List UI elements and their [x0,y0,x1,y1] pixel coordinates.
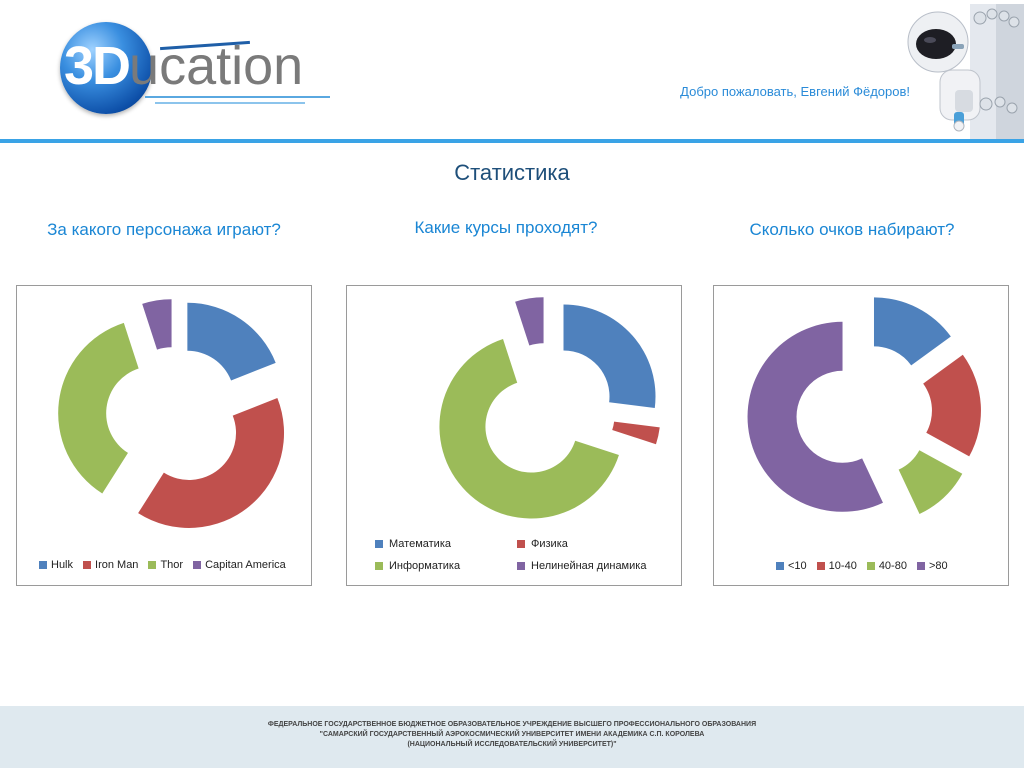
donut-segment-3 [58,322,139,494]
header: 3Ducation Добро пожаловать, Евгений Фёдо… [0,0,1024,140]
footer-text: ФЕДЕРАЛЬНОЕ ГОСУДАРСТВЕННОЕ БЮДЖЕТНОЕ ОБ… [0,720,1024,750]
footer-line: (НАЦИОНАЛЬНЫЙ ИССЛЕДОВАТЕЛЬСКИЙ УНИВЕРСИ… [407,741,617,748]
logo-swoosh-line [155,102,305,104]
chart-3-frame: <10 10-40 40-80 >80 [713,285,1009,586]
legend-swatch [375,540,383,548]
donut-segment-3 [439,339,619,519]
legend-swatch [375,562,383,570]
chart-2-legend: Математика Физика Информатика Нелинейная… [375,538,667,572]
chart-1-donut [58,299,285,528]
donut-segment-3 [898,450,963,514]
legend-swatch [83,561,92,569]
legend-label: Нелинейная динамика [531,560,647,572]
footer-line: "САМАРСКИЙ ГОСУДАРСТВЕННЫЙ АЭРОКОСМИЧЕСК… [319,731,705,738]
logo[interactable]: 3Ducation [60,18,350,118]
legend-item: >80 [916,560,948,572]
logo-prefix: 3D [64,36,131,96]
legend-label: Информатика [389,560,461,572]
donut-segment-1 [873,297,951,366]
legend-item: Физика [517,538,667,550]
legend-label: Математика [389,538,451,550]
legend-label: Capitan America [205,559,286,571]
robot-mascot-icon [907,4,1024,140]
chart-3-title: Сколько очков набирают? [749,220,955,239]
legend-item: Информатика [375,560,517,572]
legend-label: Hulk [51,559,74,571]
legend-label: >80 [928,560,948,572]
footer-line: ФЕДЕРАЛЬНОЕ ГОСУДАРСТВЕННОЕ БЮДЖЕТНОЕ ОБ… [267,721,757,728]
chart-1-legend: Hulk Iron Man Thor Capitan America [39,559,296,571]
legend-swatch [148,561,157,569]
donut-segment-4 [515,297,544,346]
legend-swatch [916,562,925,570]
chart-2-title: Какие курсы проходят? [414,218,598,237]
chart-2-frame: Математика Физика Информатика Нелинейная… [346,285,682,586]
legend-label: Iron Man [95,559,139,571]
page-title: Статистика [454,160,570,185]
legend-item: Математика [375,538,517,550]
welcome-text: Добро пожаловать, Евгений Фёдоров! [680,84,910,99]
logo-swoosh-line [145,96,330,98]
legend-swatch [517,540,525,548]
legend-swatch [193,561,202,569]
chart-1-frame: Hulk Iron Man Thor Capitan America [16,285,312,586]
donut-segment-4 [747,321,883,512]
legend-item: Capitan America [193,559,286,571]
donut-segment-2 [923,354,981,457]
legend-label: <10 [788,560,807,572]
legend-label: Thor [160,559,184,571]
chart-1-title: За какого персонажа играют? [47,220,281,239]
legend-item: Thor [148,559,183,571]
legend-swatch [866,562,875,570]
legend-swatch [816,562,825,570]
footer: ФЕДЕРАЛЬНОЕ ГОСУДАРСТВЕННОЕ БЮДЖЕТНОЕ ОБ… [0,706,1024,768]
legend-label: 40-80 [878,560,907,572]
donut-segment-2 [612,421,660,445]
donut-segment-2 [138,397,285,528]
legend-label: Физика [531,538,568,550]
legend-swatch [517,562,525,570]
donut-segment-4 [142,299,172,350]
legend-item: <10 [776,560,807,572]
legend-item: 40-80 [866,560,907,572]
legend-item: Нелинейная динамика [517,560,667,572]
legend-label: 10-40 [828,560,857,572]
header-divider [0,139,1024,143]
chart-2-donut [439,297,660,519]
donut-segment-1 [563,304,656,408]
donut-segment-1 [187,302,276,381]
legend-swatch [776,562,784,570]
chart-3-legend: <10 10-40 40-80 >80 [776,560,958,572]
legend-swatch [39,561,47,569]
legend-item: Iron Man [83,559,138,571]
legend-item: Hulk [39,559,73,571]
legend-item: 10-40 [816,560,857,572]
chart-3-donut [747,297,981,514]
